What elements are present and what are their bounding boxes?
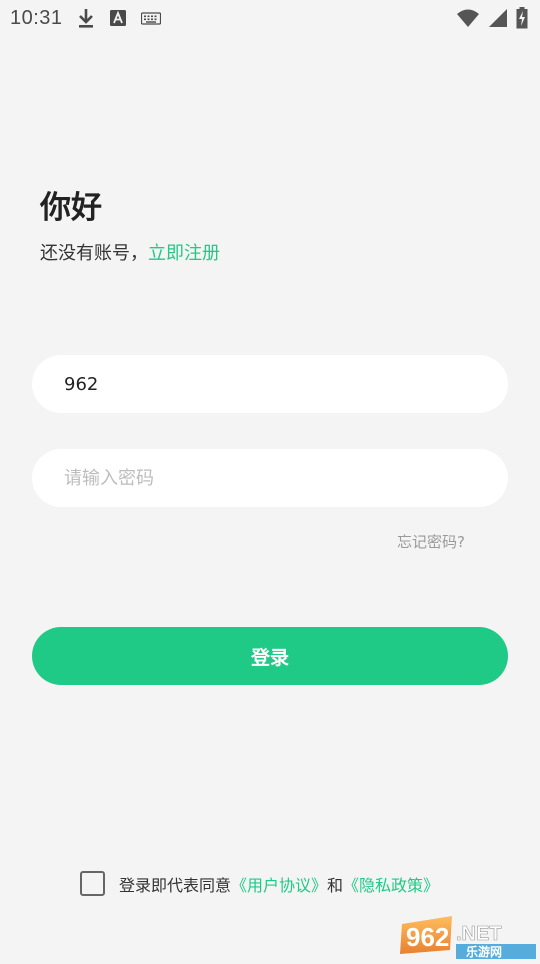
download-icon <box>77 7 95 29</box>
agreement-checkbox[interactable] <box>80 871 105 896</box>
forgot-password-link[interactable]: 忘记密码? <box>397 531 465 552</box>
agreement-row: 登录即代表同意 《用户协议》和《隐私政策》 <box>80 871 439 896</box>
svg-text:962: 962 <box>406 922 449 952</box>
login-button[interactable]: 登录 <box>32 627 508 685</box>
font-a-icon <box>109 9 127 27</box>
register-link[interactable]: 立即注册 <box>148 243 220 264</box>
battery-charging-icon <box>516 7 528 29</box>
status-bar-right <box>456 7 528 29</box>
svg-text:.NET: .NET <box>456 923 502 945</box>
status-bar: 10:31 <box>0 0 540 36</box>
site-watermark-logo: 962 .NET 乐游网 <box>400 910 540 960</box>
privacy-policy-link[interactable]: 《隐私政策》 <box>343 872 439 896</box>
status-bar-left: 10:31 <box>10 7 161 30</box>
clock: 10:31 <box>10 6 63 29</box>
account-input[interactable] <box>62 372 478 396</box>
cell-signal-icon <box>488 8 508 28</box>
register-prompt-text: 还没有账号， <box>40 243 148 264</box>
agreement-text: 登录即代表同意 《用户协议》和《隐私政策》 <box>119 872 439 896</box>
page-title: 你好 <box>40 190 102 226</box>
agreement-and: 和 <box>327 875 344 895</box>
wifi-icon <box>456 8 480 28</box>
account-field[interactable] <box>32 355 508 413</box>
user-agreement-link[interactable]: 《用户协议》 <box>231 872 327 896</box>
svg-text:乐游网: 乐游网 <box>466 944 502 959</box>
keyboard-icon <box>140 11 161 25</box>
password-field[interactable] <box>32 449 508 507</box>
password-input[interactable] <box>62 466 478 490</box>
agreement-prefix: 登录即代表同意 <box>119 875 232 895</box>
register-prompt: 还没有账号，立即注册 <box>40 239 220 265</box>
